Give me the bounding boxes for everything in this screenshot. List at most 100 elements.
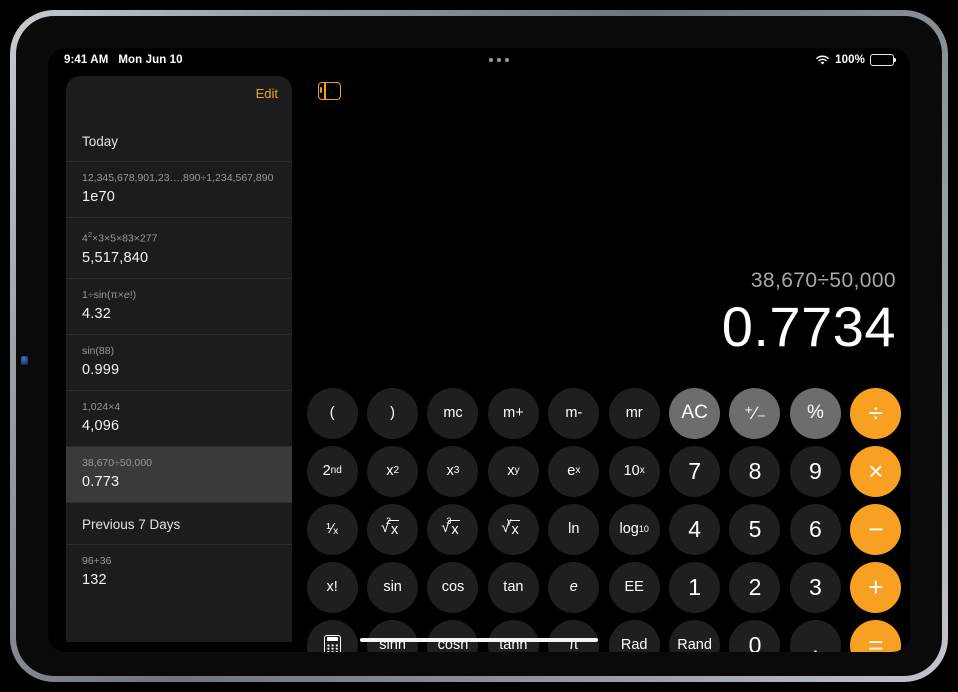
key-memory-subtract[interactable]: m- bbox=[548, 387, 600, 439]
key-sine[interactable]: sin bbox=[367, 561, 419, 613]
key-open-paren[interactable]: ( bbox=[306, 387, 358, 439]
key-cosine[interactable]: cos bbox=[427, 561, 479, 613]
bezel-indicator-dot bbox=[21, 356, 28, 365]
key-plus-minus[interactable]: ⁺∕₋ bbox=[729, 387, 781, 439]
sidebar-header: Edit bbox=[66, 76, 292, 128]
key-second-function[interactable]: 2nd bbox=[306, 445, 358, 497]
key-subtract[interactable]: − bbox=[850, 503, 902, 555]
ipad-device-frame: 9:41 AM Mon Jun 10 100% Edit Today 12,34… bbox=[10, 10, 948, 682]
battery-percent-label: 100% bbox=[835, 54, 865, 66]
key-6[interactable]: 6 bbox=[789, 503, 841, 555]
history-expression: 12,345,678,901,23…,890÷1,234,567,890 bbox=[82, 172, 274, 184]
history-row[interactable]: 42×3×5×83×277 5,517,840 bbox=[66, 217, 292, 278]
history-row[interactable]: 1÷sin(π×e!) 4.32 bbox=[66, 277, 292, 334]
home-indicator bbox=[360, 637, 598, 642]
key-hyperbolic-sine[interactable]: sinh bbox=[367, 619, 419, 652]
multitask-dots-icon[interactable] bbox=[488, 58, 509, 62]
history-result: 0.773 bbox=[82, 473, 120, 490]
key-add[interactable]: + bbox=[850, 561, 902, 613]
key-radians[interactable]: Rad bbox=[608, 619, 660, 652]
history-result: 5,517,840 bbox=[82, 249, 149, 266]
status-bar-right: 100% bbox=[815, 54, 897, 66]
history-result: 1e70 bbox=[82, 189, 116, 205]
key-memory-recall[interactable]: mr bbox=[608, 387, 660, 439]
key-natural-log[interactable]: ln bbox=[548, 503, 600, 555]
key-5[interactable]: 5 bbox=[729, 503, 781, 555]
key-x-power-y[interactable]: xy bbox=[487, 445, 539, 497]
history-sidebar: Edit Today 12,345,678,901,23…,890÷1,234,5… bbox=[66, 76, 292, 642]
key-equals[interactable]: = bbox=[850, 619, 902, 652]
calculator-pane: 38,670÷50,000 0.7734 () mc m+ m-mr AC ⁺∕₋% ÷ 2 n… bbox=[300, 72, 910, 652]
key-x-squared[interactable]: x2 bbox=[367, 445, 419, 497]
key-0[interactable]: 0 bbox=[729, 619, 781, 652]
key-x-cubed[interactable]: x3 bbox=[427, 445, 479, 497]
key-random[interactable]: Rand bbox=[669, 619, 721, 652]
key-multiply[interactable]: × bbox=[850, 445, 902, 497]
device-bezel: 9:41 AM Mon Jun 10 100% Edit Today 12,34… bbox=[16, 16, 942, 676]
key-4[interactable]: 4 bbox=[669, 503, 721, 555]
key-hyperbolic-tangent[interactable]: tanh bbox=[487, 619, 539, 652]
status-time: 9:41 AM bbox=[64, 54, 109, 66]
key-ten-power-x[interactable]: 10 x bbox=[608, 445, 660, 497]
display-result: 0.7734 bbox=[721, 295, 896, 358]
key-close-paren[interactable]: ) bbox=[367, 387, 419, 439]
history-row[interactable]: sin(88) 0.999 bbox=[66, 333, 292, 390]
history-expression: 1,024×4 bbox=[82, 400, 121, 413]
history-row[interactable]: 38,670÷50,000 0.773 bbox=[66, 445, 292, 502]
edit-button[interactable]: Edit bbox=[256, 86, 278, 101]
key-percent[interactable]: % bbox=[789, 387, 841, 439]
key-1[interactable]: 1 bbox=[669, 561, 721, 613]
history-result: 132 bbox=[82, 571, 107, 588]
calculator-keypad[interactable]: ()mcm+m-mrAC⁺∕₋%÷2ndx2x3xyex10x789×¹⁄ₓ2x… bbox=[302, 384, 906, 652]
history-expression: 42×3×5×83×277 bbox=[82, 230, 158, 245]
key-3[interactable]: 3 bbox=[789, 561, 841, 613]
display-expression: 38,670÷50,000 bbox=[750, 269, 896, 292]
key-all-clear[interactable]: AC bbox=[669, 387, 721, 439]
history-list[interactable]: Today 12,345,678,901,23…,890÷1,234,567,89… bbox=[66, 128, 292, 600]
history-section-header: Today bbox=[82, 134, 119, 149]
calculator-display: 38,670÷50,000 0.7734 bbox=[722, 268, 896, 358]
key-7[interactable]: 7 bbox=[669, 445, 721, 497]
key-euler-number[interactable]: e bbox=[548, 561, 600, 613]
wifi-icon bbox=[815, 55, 830, 66]
sidebar-toggle-icon[interactable] bbox=[318, 82, 341, 100]
key-2[interactable]: 2 bbox=[729, 561, 781, 613]
key-reciprocal[interactable]: ¹⁄ₓ bbox=[306, 503, 358, 555]
history-row[interactable]: 1,024×4 4,096 bbox=[66, 389, 292, 446]
key-basic-calculator[interactable] bbox=[306, 619, 358, 652]
history-result: 0.999 bbox=[82, 361, 120, 378]
key-square-root[interactable]: 2x bbox=[367, 503, 419, 555]
key-e-power-x[interactable]: ex bbox=[548, 445, 600, 497]
status-bar-center bbox=[183, 58, 816, 62]
key-pi[interactable]: π bbox=[548, 619, 600, 652]
status-date: Mon Jun 10 bbox=[118, 54, 183, 66]
key-exponent[interactable]: EE bbox=[608, 561, 660, 613]
key-log-base-10[interactable]: log 10 bbox=[608, 503, 660, 555]
battery-icon bbox=[870, 54, 897, 66]
key-9[interactable]: 9 bbox=[789, 445, 841, 497]
history-row[interactable]: 12,345,678,901,23…,890÷1,234,567,890 1e70 bbox=[66, 161, 292, 217]
key-cube-root[interactable]: 3x bbox=[427, 503, 479, 555]
history-result: 4.32 bbox=[82, 305, 112, 322]
status-bar-left: 9:41 AM Mon Jun 10 bbox=[64, 54, 183, 66]
ipad-screen: 9:41 AM Mon Jun 10 100% Edit Today 12,34… bbox=[48, 48, 910, 652]
key-factorial[interactable]: x! bbox=[306, 561, 358, 613]
key-y-root[interactable]: yx bbox=[487, 503, 539, 555]
history-result: 4,096 bbox=[82, 417, 120, 434]
key-memory-clear[interactable]: mc bbox=[427, 387, 479, 439]
calculator-app-body: Edit Today 12,345,678,901,23…,890÷1,234,5… bbox=[48, 72, 910, 652]
key-memory-add[interactable]: m+ bbox=[487, 387, 539, 439]
history-expression: 38,670÷50,000 bbox=[82, 456, 152, 469]
history-expression: sin(88) bbox=[82, 344, 115, 357]
history-expression: 96+36 bbox=[82, 554, 112, 567]
calculator-icon bbox=[323, 634, 341, 652]
key-hyperbolic-cosine[interactable]: cosh bbox=[427, 619, 479, 652]
history-row[interactable]: 96+36 132 bbox=[66, 543, 292, 600]
key-tangent[interactable]: tan bbox=[487, 561, 539, 613]
history-section-header: Previous 7 Days bbox=[66, 501, 292, 544]
key-divide[interactable]: ÷ bbox=[850, 387, 902, 439]
key-decimal[interactable]: . bbox=[789, 619, 841, 652]
history-expression: 1÷sin(π×e!) bbox=[82, 288, 137, 301]
key-8[interactable]: 8 bbox=[729, 445, 781, 497]
status-bar: 9:41 AM Mon Jun 10 100% bbox=[48, 48, 910, 72]
